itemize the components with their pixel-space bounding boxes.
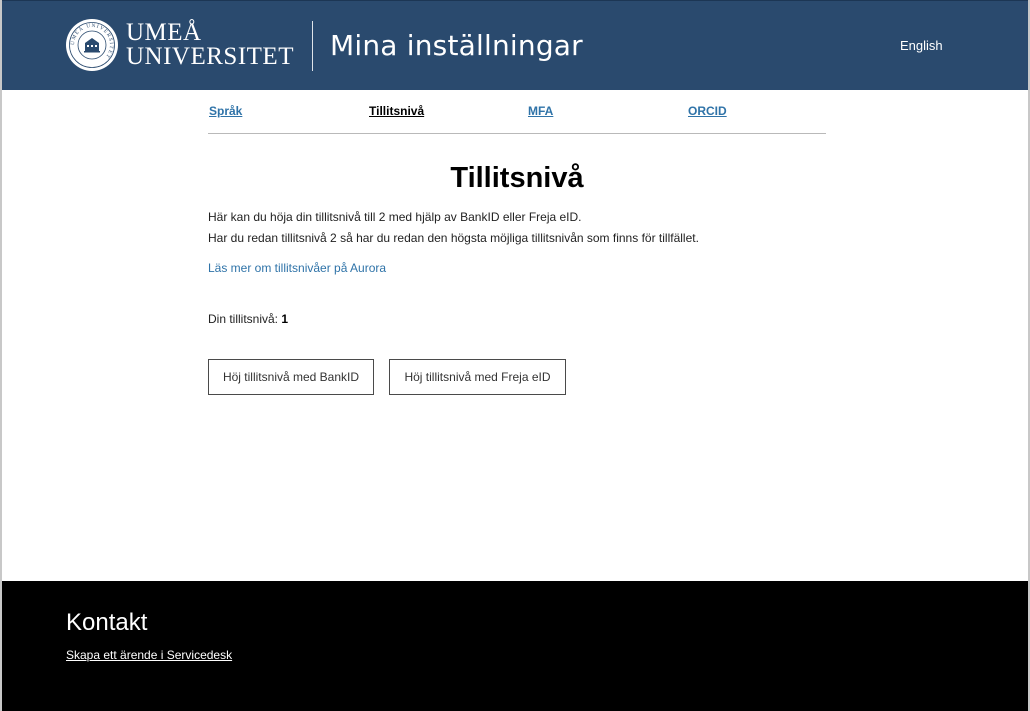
trust-level-readout: Din tillitsnivå: 1: [208, 312, 288, 326]
university-name-line1: UMEÅ: [126, 19, 202, 46]
university-name-line2: UNIVERSITET: [126, 43, 294, 70]
tab-orcid[interactable]: ORCID: [688, 104, 727, 118]
aurora-info-link[interactable]: Läs mer om tillitsnivåer på Aurora: [208, 261, 386, 275]
servicedesk-link[interactable]: Skapa ett ärende i Servicedesk: [66, 648, 232, 662]
trust-level-label: Din tillitsnivå:: [208, 312, 279, 326]
language-switch-link[interactable]: English: [900, 38, 943, 53]
app-title: Mina inställningar: [330, 29, 583, 62]
header-divider: [312, 21, 313, 71]
page-title: Tillitsnivå: [450, 162, 584, 194]
raise-level-bankid-button[interactable]: Höj tillitsnivå med BankID: [208, 359, 374, 395]
tab-tillitsniva[interactable]: Tillitsnivå: [369, 104, 424, 118]
footer-title: Kontakt: [66, 609, 148, 636]
tab-sprak[interactable]: Språk: [209, 104, 242, 118]
university-logo[interactable]: UMEÅ UNIVERSITET: [66, 19, 118, 71]
university-seal-icon: UMEÅ UNIVERSITET: [67, 20, 117, 70]
site-footer: Kontakt Skapa ett ärende i Servicedesk: [2, 581, 1028, 711]
raise-level-freja-button[interactable]: Höj tillitsnivå med Freja eID: [389, 359, 566, 395]
settings-tabs: Språk Tillitsnivå MFA ORCID: [208, 103, 826, 134]
site-header: UMEÅ UNIVERSITET UMEÅ UNIVERSITET Mina i…: [2, 0, 1028, 90]
tab-mfa[interactable]: MFA: [528, 104, 553, 118]
description-line-2: Har du redan tillitsnivå 2 så har du red…: [208, 231, 699, 245]
university-name[interactable]: UMEÅ UNIVERSITET: [126, 19, 294, 70]
trust-level-value: 1: [281, 312, 289, 326]
description-line-1: Här kan du höja din tillitsnivå till 2 m…: [208, 210, 582, 224]
